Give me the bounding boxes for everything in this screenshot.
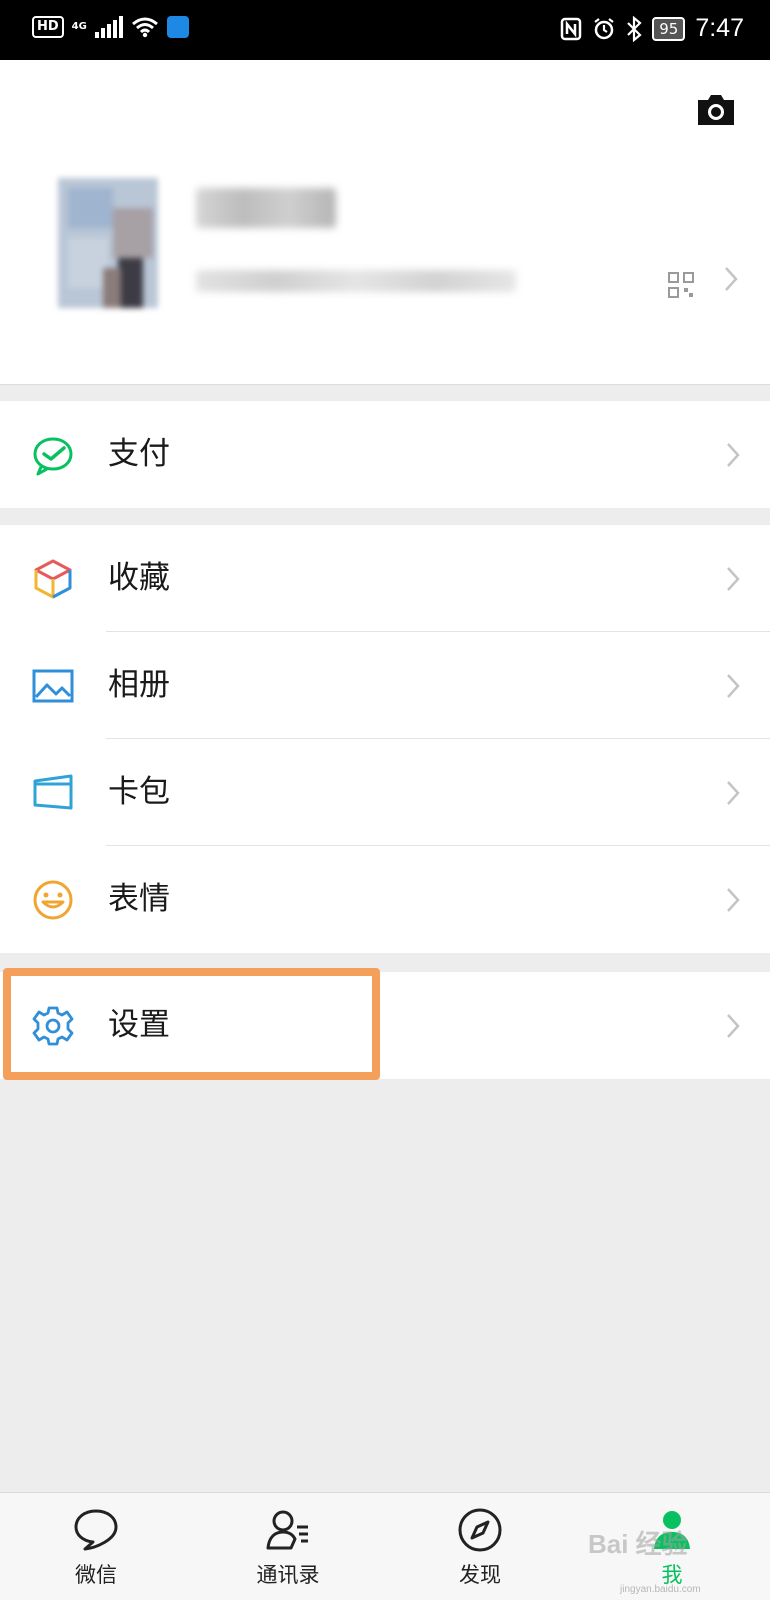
wechat-pay-icon (33, 437, 73, 476)
menu-item-pay[interactable]: 支付 (0, 401, 770, 508)
battery-indicator: 95 (652, 16, 686, 41)
menu-label-album: 相册 (108, 667, 170, 703)
tab-chats[interactable]: 微信 (36, 1493, 156, 1600)
pay-group: 支付 (0, 401, 770, 508)
status-right: 95 7:47 (560, 14, 744, 43)
avatar[interactable] (58, 178, 158, 308)
menu-item-stickers[interactable]: 表情 (0, 846, 770, 953)
settings-group: 设置 (0, 972, 770, 1079)
chevron-right-icon (727, 443, 740, 467)
profile-header[interactable] (0, 60, 770, 385)
menu-label-favorites: 收藏 (108, 560, 170, 596)
camera-icon[interactable] (694, 92, 738, 128)
tab-discover[interactable]: 发现 (420, 1493, 540, 1600)
hd-badge: HD (32, 16, 64, 38)
qr-code-icon[interactable] (668, 272, 694, 298)
tab-label-discover: 发现 (459, 1563, 501, 1587)
network-type: 4G (71, 21, 87, 32)
shield-icon (166, 16, 189, 38)
chevron-right-icon (727, 888, 740, 912)
menu-item-cards[interactable]: 卡包 (0, 739, 770, 846)
watermark-subtext: jingyan.baidu.com (620, 1584, 701, 1595)
menu-label-pay: 支付 (108, 436, 170, 472)
wifi-icon (131, 17, 158, 38)
chevron-right-icon[interactable] (724, 266, 738, 292)
menu-label-stickers: 表情 (108, 881, 170, 917)
picture-icon (32, 669, 74, 703)
card-icon (33, 774, 73, 810)
menu-item-album[interactable]: 相册 (0, 632, 770, 739)
nfc-icon (560, 17, 582, 40)
alarm-icon (594, 17, 614, 39)
chevron-right-icon (727, 674, 740, 698)
tab-label-chats: 微信 (75, 1563, 117, 1587)
watermark-text: Bai 经验 (588, 1529, 688, 1559)
status-bar: HD 4G 95 7:47 (0, 0, 770, 60)
chat-bubble-icon (74, 1509, 118, 1551)
clock: 7:47 (695, 14, 744, 42)
chevron-right-icon (727, 781, 740, 805)
menu-item-favorites[interactable]: 收藏 (0, 525, 770, 632)
menu-label-settings: 设置 (108, 1007, 170, 1043)
nickname-blurred (196, 188, 336, 228)
cube-icon (34, 559, 72, 599)
signal-icon (94, 16, 123, 38)
bluetooth-icon (627, 15, 642, 42)
gear-icon (32, 1006, 74, 1046)
compass-icon (458, 1508, 502, 1552)
tab-label-contacts: 通讯录 (256, 1563, 320, 1587)
chevron-right-icon (727, 567, 740, 591)
menu-item-settings[interactable]: 设置 (0, 972, 770, 1079)
menu-label-cards: 卡包 (108, 774, 170, 810)
smiley-icon (33, 880, 73, 920)
contacts-icon (266, 1510, 308, 1550)
wechat-id-blurred (196, 270, 516, 292)
tab-contacts[interactable]: 通讯录 (228, 1493, 348, 1600)
status-left: HD 4G (32, 16, 189, 38)
features-group: 收藏 相册 卡包 表情 (0, 525, 770, 953)
chevron-right-icon (727, 1014, 740, 1038)
